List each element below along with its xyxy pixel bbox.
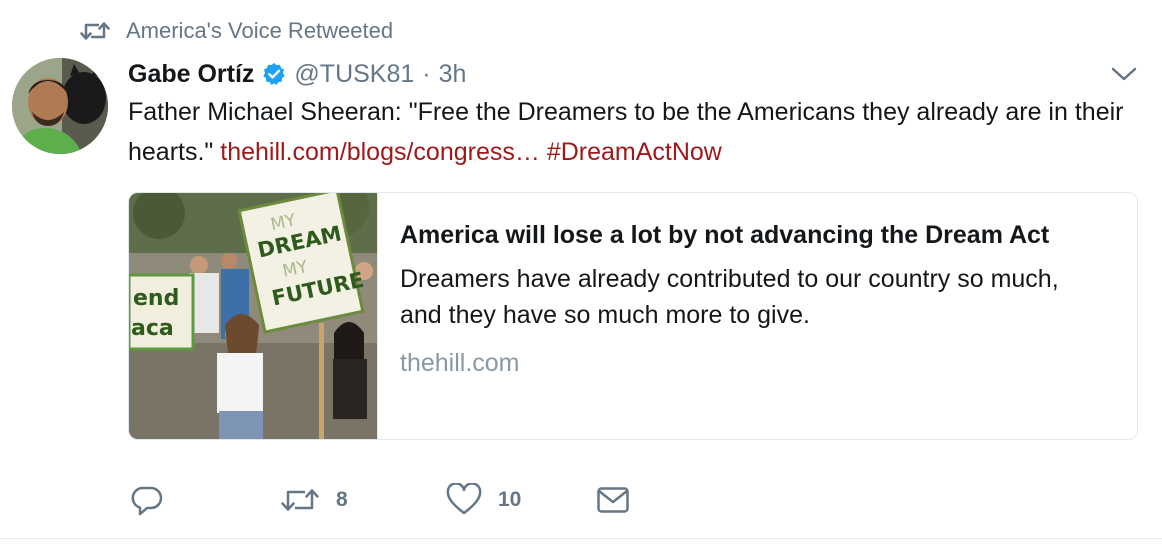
retweet-icon (80, 19, 110, 43)
reply-icon (130, 483, 164, 517)
svg-text:end: end (133, 286, 179, 311)
divider (0, 538, 1162, 539)
avatar[interactable] (12, 58, 108, 154)
retweet-count: 8 (336, 488, 348, 511)
svg-text:aca: aca (131, 316, 174, 341)
reply-button[interactable] (130, 483, 280, 517)
like-count: 10 (498, 488, 522, 511)
tweet-text: Father Michael Sheeran: "Free the Dreame… (128, 92, 1138, 172)
retweet-context-text: America's Voice Retweeted (126, 18, 394, 43)
card-domain: thehill.com (400, 349, 520, 377)
tweet-actions: 8 10 (130, 482, 630, 518)
retweet-context[interactable]: America's Voice Retweeted (80, 16, 393, 46)
retweet-button[interactable]: 8 (280, 484, 446, 516)
retweet-icon (280, 484, 320, 516)
link-card[interactable]: MY DREAM MY FUTURE end aca America will … (128, 192, 1138, 440)
hashtag-link[interactable]: #DreamActNow (547, 138, 722, 166)
card-description: Dreamers have already contributed to our… (400, 265, 1059, 329)
author-name[interactable]: Gabe Ortíz (128, 60, 254, 89)
tweet-link[interactable]: thehill.com/blogs/congress… (220, 138, 540, 166)
verified-badge-icon (262, 62, 286, 86)
author-handle[interactable]: @TUSK81 (294, 60, 414, 89)
envelope-icon (596, 485, 630, 515)
heart-icon (446, 483, 482, 517)
like-button[interactable]: 10 (446, 483, 596, 517)
tweet-header: Gabe Ortíz @TUSK81 · 3h (128, 56, 466, 92)
tweet-timestamp[interactable]: 3h (439, 60, 467, 89)
chevron-down-icon[interactable] (1110, 62, 1138, 86)
direct-message-button[interactable] (596, 485, 630, 515)
header-separator: · (422, 59, 431, 88)
card-body: America will lose a lot by not advancing… (378, 193, 1122, 439)
card-image: MY DREAM MY FUTURE end aca (129, 193, 378, 439)
card-title: America will lose a lot by not advancing… (400, 221, 1050, 249)
